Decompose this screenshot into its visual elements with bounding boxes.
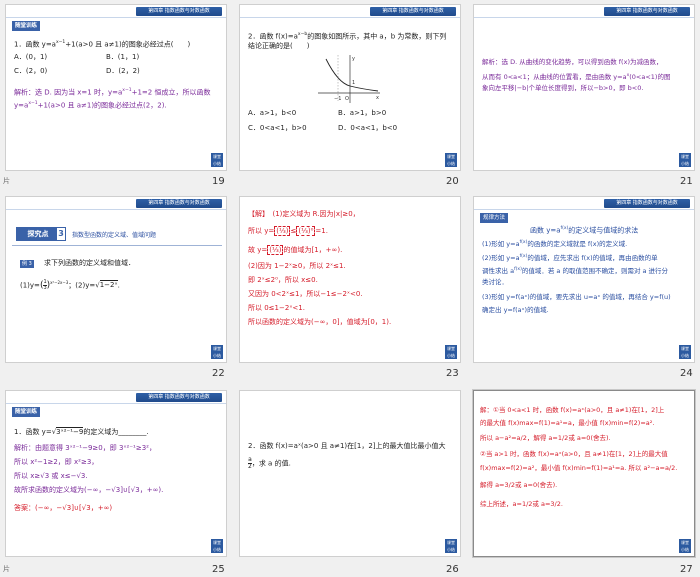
slide-nav-button[interactable]: 课堂 小结 [679,539,691,553]
question-text-line-2: 结论正确的是( ) [248,42,310,50]
slide-nav-button[interactable]: 课堂 小结 [445,153,457,167]
option-b: B．(1，1) [106,53,140,61]
solution-line-5: f(x)max=f(2)=a²，最小值 f(x)min=f(1)=a¹=a. 所… [480,464,678,472]
slide-thumbnail-22[interactable]: 第四章 指数函数与对数函数 探究点 3 指数型函数的定义域、值域问题 例 3 求… [5,196,227,363]
slide-sorter-grid: 第四章 指数函数与对数函数 随堂训练 1．函数 y=ax−1+1(a>0 且 a… [0,0,700,577]
solution-line-8: 所以函数的定义域为(−∞，0]，值域为[0，1). [248,318,392,326]
slide-thumbnail-19[interactable]: 第四章 指数函数与对数函数 随堂训练 1．函数 y=ax−1+1(a>0 且 a… [5,4,227,171]
side-label: 片 [3,177,10,185]
curve [325,58,379,92]
graph-neg-one: −1 [334,96,341,102]
solution-line-4: ②当 a>1 时，函数 f(x)=aˣ(a>0，且 a≠1)在[1，2]上的最大… [480,450,668,458]
option-c: C．(2，0) [14,67,48,75]
chapter-banner: 第四章 指数函数与对数函数 [604,199,690,208]
solution-line-3: 象向左平移|−b|个单位长度得到，所以−b>0，即 b<0. [482,84,644,92]
method-line-3: 调性求出 af(x)的值域．若 a 的取值范围不确定，则需对 a 进行分 [482,267,669,276]
method-line-5: (3)形如 y=f(aˣ)的值域，要先求出 u=aˣ 的值域，再结合 y=f(u… [482,293,671,301]
solution-line-1: 解：①当 0<a<1 时，函数 f(x)=aˣ(a>0，且 a≠1)在[1，2]… [480,406,665,414]
solution-line-5: 即 2ˣ≤2⁰，所以 x≤0. [248,276,318,284]
slide-number-23: 23 [446,368,459,379]
solution-line-7: 所以 0≤1−2ˣ<1. [248,304,305,312]
slide-thumbnail-20[interactable]: 第四章 指数函数与对数函数 2．函数 f(x)=ax−b的图象如图所示，其中 a… [239,4,461,171]
chapter-banner: 第四章 指数函数与对数函数 [370,7,456,16]
solution-line-1: 解析：由题意得 3ˣ²⁻¹−9≥0，即 3ˣ²⁻¹≥3²， [14,444,156,452]
solution-line-1: 解析：选 D. 因为当 x=1 时，y=ax−1+1=2 恒成立，所以函数 [14,88,211,97]
chapter-banner: 第四章 指数函数与对数函数 [604,7,690,16]
solution-line-6: 又因为 0<2ˣ≤1，所以−1≤−2ˣ<0. [248,290,363,298]
method-line-2: (2)形如 y=af(x)的值域，应先求出 f(x)的值域，再由函数的单 [482,254,658,263]
chapter-banner: 第四章 指数函数与对数函数 [136,199,222,208]
topic-label: 探究点 [16,227,60,241]
solution-line-4: 故所求函数的定义域为(−∞，−√3]∪[√3，+∞). [14,486,164,494]
solution-line-7: 综上所述，a=1/2或 a=3/2. [480,500,563,508]
example-text: 求下列函数的定义域和值域． [44,259,135,267]
method-title: 函数 y=af(x)的定义域与值域的求法 [530,226,639,235]
answer-line: 答案：(−∞，−√3]∪[√3，+∞) [14,504,113,512]
slide-thumbnail-25[interactable]: 第四章 指数函数与对数函数 随堂训练 1．函数 y=√3ˣ²⁻¹−9的定义域为_… [5,390,227,557]
question-text: 1．函数 y=√3ˣ²⁻¹−9的定义域为________. [14,427,149,436]
solution-line-1: 解析：选 D. 从曲线的变化趋势，可以得到函数 f(x)为减函数， [482,58,663,66]
slide-nav-button[interactable]: 课堂 小结 [211,345,223,359]
slide-number-22: 22 [212,368,225,379]
solution-line-3: 所以 a−a²=a/2，解得 a=1/2或 a=0(舍去). [480,434,611,442]
solution-line-2: 的最大值 f(x)max=f(1)=a¹=a，最小值 f(x)min=f(2)=… [480,419,655,427]
method-line-6: 确定出 y=f(aˣ)的值域. [482,306,549,314]
slide-number-26: 26 [446,564,459,575]
slide-thumbnail-24[interactable]: 第四章 指数函数与对数函数 规律方法 函数 y=af(x)的定义域与值域的求法 … [473,196,695,363]
solution-line-4: (2)因为 1−2ˣ≥0，所以 2ˣ≤1. [248,262,346,270]
question-text-line-1: 2．函数 f(x)=aˣ(a>0 且 a≠1)在[1，2]上的最大值比最小值大 [248,442,446,450]
slide-nav-button[interactable]: 课堂 小结 [445,539,457,553]
solution-line-6: 解得 a=3/2或 a=0(舍去). [480,481,558,489]
solution-line-2: 所以 x²−1≥2，即 x²≥3， [14,458,99,466]
solution-line-1: 【解】 (1)定义域为 R.因为|x|≥0， [248,210,360,218]
solution-line-3: 故 y= (⅓) 的值域为[1，+∞). [248,245,343,255]
slide-nav-button[interactable]: 课堂 小结 [211,153,223,167]
graph-x-label: x [376,95,379,101]
option-a: A．(0，1) [14,53,48,61]
method-line-4: 类讨论． [482,278,508,286]
slide-thumbnail-26[interactable]: 2．函数 f(x)=aˣ(a>0 且 a≠1)在[1，2]上的最大值比最小值大 … [239,390,461,557]
slide-nav-button[interactable]: 课堂 小结 [679,345,691,359]
slide-number-20: 20 [446,176,459,187]
example-tag: 例 3 [20,260,34,268]
function-graph: y x 1 −1 O [318,55,380,103]
solution-line-2: y=ax−1+1(a>0 且 a≠1)的图象必经过点(2，2). [14,101,167,110]
graph-one: 1 [352,80,355,86]
question-text: 1．函数 y=ax−1+1(a>0 且 a≠1)的图象必经过点( ) [14,40,191,49]
option-d: D．(2，2) [106,67,140,75]
topic-title: 指数型函数的定义域、值域问题 [72,232,157,239]
example-parts: (1)y=(1 3)x²−2x−3；(2)y=√1−2ˣ. [20,278,120,291]
slide-thumbnail-21[interactable]: 第四章 指数函数与对数函数 解析：选 D. 从曲线的变化趋势，可以得到函数 f(… [473,4,695,171]
option-b: B．a>1，b>0 [338,109,387,117]
graph-y-label: y [352,56,355,62]
slide-thumbnail-27[interactable]: 解：①当 0<a<1 时，函数 f(x)=aˣ(a>0，且 a≠1)在[1，2]… [473,390,695,557]
graph-origin: O [345,96,349,102]
option-a: A．a>1，b<0 [248,109,297,117]
slide-thumbnail-23[interactable]: 【解】 (1)定义域为 R.因为|x|≥0， 所以 y= (⅓) ≤ (⅓)⁰ =1. … [239,196,461,363]
slide-number-27: 27 [680,564,693,575]
option-d: D．0<a<1，b<0 [338,124,398,132]
slide-number-25: 25 [212,564,225,575]
solution-line-3: 所以 x≥√3 或 x≤−√3. [14,472,88,480]
slide-number-19: 19 [212,176,225,187]
slide-nav-button[interactable]: 课堂 小结 [445,345,457,359]
chapter-banner: 第四章 指数函数与对数函数 [136,7,222,16]
slide-number-24: 24 [680,368,693,379]
slide-nav-button[interactable]: 课堂 小结 [211,539,223,553]
solution-line-2: 所以 y= (⅓) ≤ (⅓)⁰ =1. [248,226,328,236]
question-text-line-2: a 2 ，求 a 的值. [248,456,291,470]
method-line-1: (1)形如 y=af(x)的函数的定义域就是 f(x)的定义域. [482,240,628,249]
slide-nav-button[interactable]: 课堂 小结 [679,153,691,167]
divider [12,245,222,246]
side-label: 片 [3,565,10,573]
chapter-banner: 第四章 指数函数与对数函数 [136,393,222,402]
solution-line-2: 从而有 0<a<1；从曲线的位置看，是由函数 y=ax(0<a<1)的图 [482,73,671,82]
topic-number: 3 [56,227,66,241]
slide-number-21: 21 [680,176,693,187]
practice-badge: 随堂训练 [12,21,41,31]
method-tag: 规律方法 [480,213,509,223]
option-c: C．0<a<1，b>0 [248,124,307,132]
practice-badge: 随堂训练 [12,407,41,417]
